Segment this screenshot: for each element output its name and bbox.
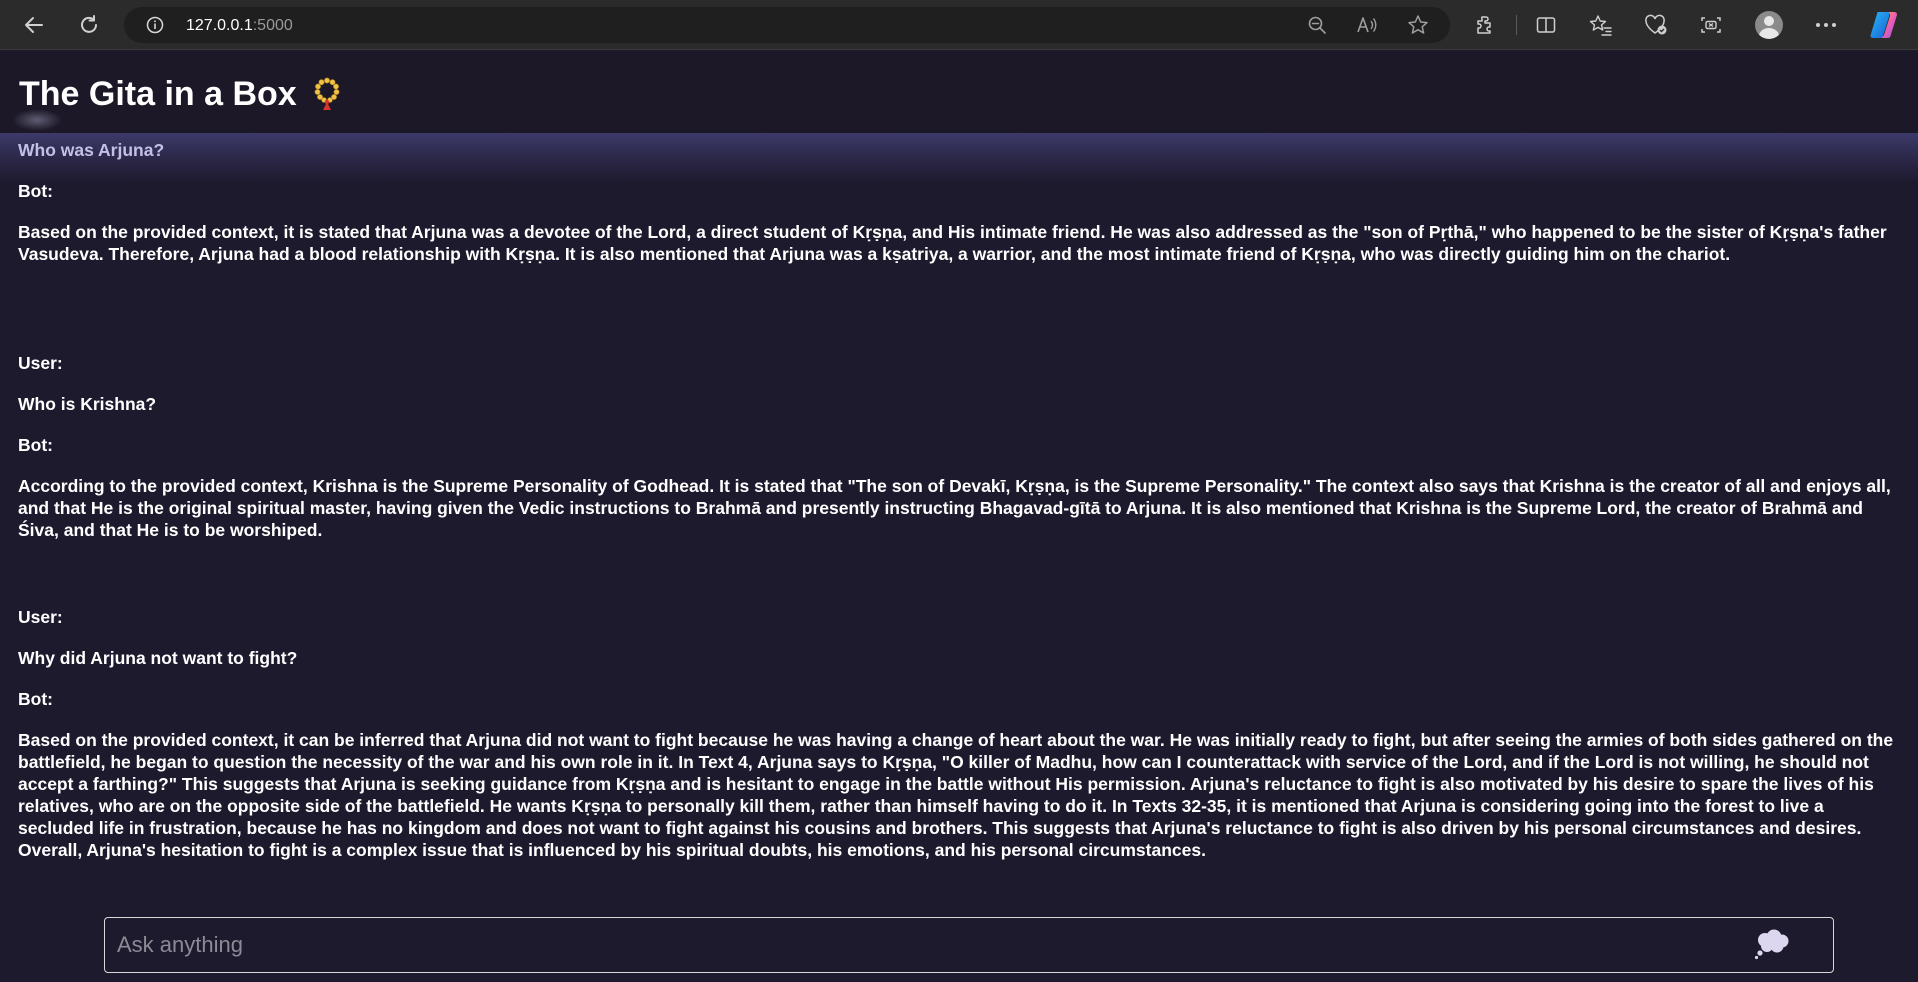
thought-bubble-send-icon[interactable]	[1751, 928, 1795, 962]
extensions-icon[interactable]	[1472, 12, 1498, 38]
user-question: Who was Arjuna?	[18, 140, 165, 160]
refresh-icon[interactable]	[75, 11, 103, 39]
browser-toolbar: 127.0.0.1:5000	[0, 0, 1918, 50]
prayer-beads-icon	[312, 77, 342, 111]
user-label: User:	[18, 353, 63, 373]
bot-answer: Based on the provided context, it is sta…	[18, 222, 1887, 264]
user-question: Who is Krishna?	[18, 394, 157, 414]
user-question: Why did Arjuna not want to fight?	[18, 648, 298, 668]
bot-label: Bot:	[18, 181, 53, 201]
copilot-icon[interactable]	[1868, 10, 1900, 40]
bot-label: Bot:	[18, 435, 53, 455]
more-options-icon[interactable]	[1813, 12, 1839, 38]
address-bar[interactable]: 127.0.0.1:5000	[124, 7, 1450, 43]
url-text[interactable]: 127.0.0.1:5000	[186, 17, 293, 35]
chat-input-box	[104, 917, 1834, 973]
bot-answer: According to the provided context, Krish…	[18, 476, 1891, 540]
avatar-head-shape	[1764, 16, 1774, 26]
url-port: :5000	[252, 17, 293, 34]
read-aloud-icon[interactable]	[1356, 14, 1378, 36]
avatar-body-shape	[1759, 28, 1779, 39]
title-glow-decoration	[12, 109, 62, 131]
zoom-out-icon[interactable]	[1306, 14, 1328, 36]
user-label: User:	[18, 607, 63, 627]
back-arrow-icon[interactable]	[20, 11, 48, 39]
toolbar-divider	[1516, 15, 1517, 35]
screenshot-icon[interactable]	[1698, 12, 1724, 38]
favorite-star-icon[interactable]	[1407, 14, 1429, 36]
favorites-icon[interactable]	[1588, 12, 1614, 38]
bot-label: Bot:	[18, 689, 53, 709]
page-header: The Gita in a Box	[0, 51, 1918, 133]
split-screen-icon[interactable]	[1533, 12, 1559, 38]
url-host: 127.0.0.1	[186, 17, 253, 34]
profile-avatar[interactable]	[1755, 11, 1783, 39]
browser-essentials-icon[interactable]	[1643, 12, 1669, 38]
bot-answer: Based on the provided context, it can be…	[18, 730, 1894, 860]
ask-input[interactable]	[105, 918, 1745, 972]
site-info-icon[interactable]	[146, 16, 164, 34]
